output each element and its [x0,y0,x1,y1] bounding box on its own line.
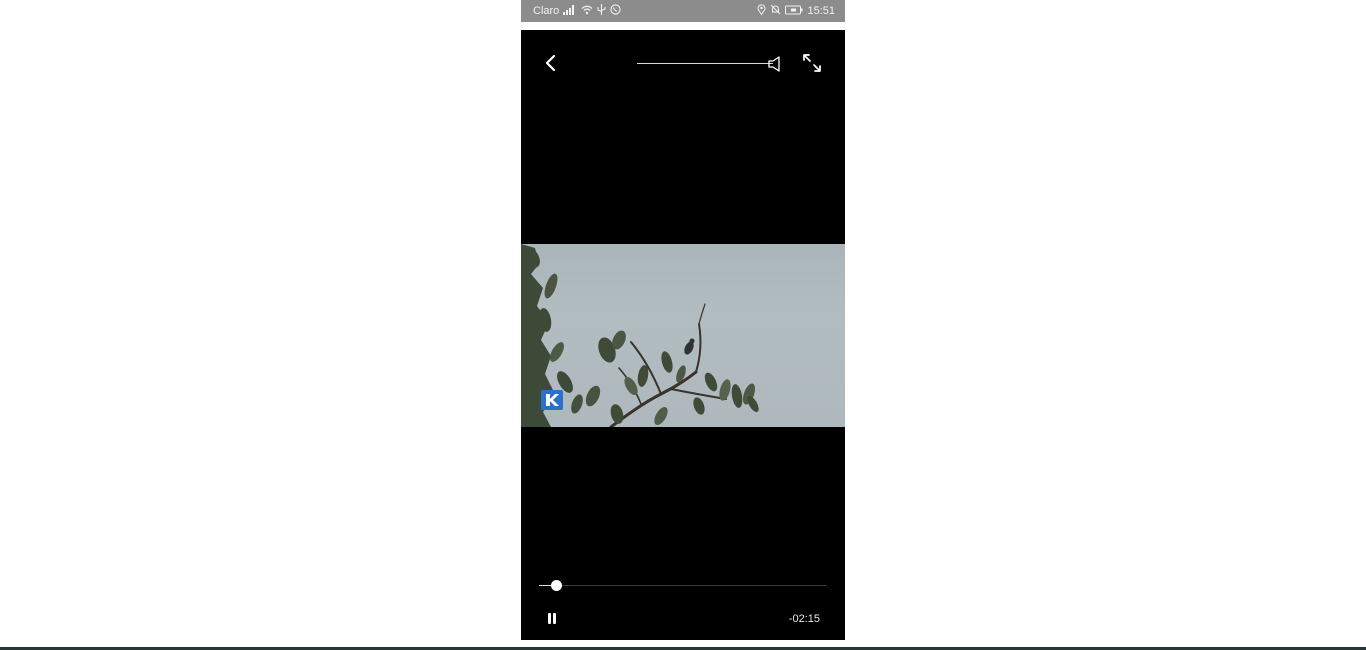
mute-button[interactable] [767,55,783,73]
status-time: 15:51 [807,5,835,17]
fullscreen-button[interactable] [801,52,823,74]
status-divider [521,22,845,30]
signal-icon [563,4,577,18]
fullscreen-expand-icon [803,54,821,72]
usb-icon [597,4,606,18]
bell-muted-icon [770,4,781,18]
carrier-name: Claro [533,5,560,17]
phone-screen: Claro 15:51 -02:15 [521,0,845,640]
pause-button[interactable] [545,612,559,626]
back-chevron-icon [545,54,556,72]
wifi-icon [581,5,593,18]
speaker-icon [768,56,780,72]
status-bar: Claro 15:51 [521,0,845,22]
player-top-controls [521,30,845,96]
time-remaining: -02:15 [788,613,820,625]
seek-bar[interactable] [539,580,827,591]
status-right: 15:51 [757,4,835,18]
volume-slider[interactable] [637,63,773,64]
screen: Claro 15:51 -02:15 [0,0,1366,650]
status-left: Claro [533,4,621,18]
battery-icon [785,5,803,18]
video-scene [521,244,759,427]
channel-logo-icon [541,390,563,410]
location-icon [757,4,766,18]
seek-thumb[interactable] [551,580,562,591]
whatsapp-icon [610,4,621,18]
video-frame[interactable] [521,244,845,427]
back-button[interactable] [541,52,561,74]
